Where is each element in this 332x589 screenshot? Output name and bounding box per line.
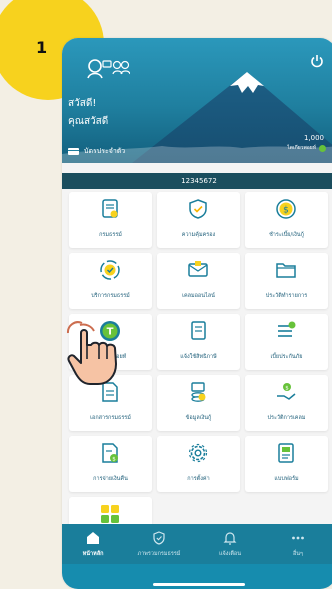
system-home-bar	[62, 564, 332, 589]
form-document-icon	[278, 443, 294, 463]
menu-label: บริการกรมธรรม์	[91, 293, 130, 299]
policy-number-bar[interactable]: 12345672	[62, 173, 332, 189]
app-header: สวัสดี! คุณสวัสดี บัตรประจำตัว 1,000 ไดเ…	[62, 38, 332, 163]
premium-checklist-icon	[278, 321, 296, 337]
nav-policy-overview-label: ภาพรวมกรมธรรม์	[137, 551, 181, 557]
menu-tile-loan-info[interactable]: ข้อมูลเงินกู้	[157, 375, 240, 431]
user-name: คุณสวัสดี	[68, 116, 109, 127]
points-label: ไดเกียวพอยท์	[287, 145, 316, 151]
refund-document-icon: $	[102, 443, 118, 463]
phone-screen: สวัสดี! คุณสวัสดี บัตรประจำตัว 1,000 ไดเ…	[62, 38, 332, 589]
user-group-icon	[87, 59, 130, 79]
shield-icon	[153, 531, 165, 545]
bottom-navigation: หน้าหลัก ภาพรวมกรมธรรม์ แจ้งเตือน อื่นๆ	[62, 524, 332, 564]
id-card-button[interactable]: บัตรประจำตัว	[68, 146, 125, 157]
menu-label: การตั้งค่า	[187, 476, 210, 482]
nav-more[interactable]: อื่นๆ	[273, 524, 323, 564]
id-card-label: บัตรประจำตัว	[84, 147, 126, 155]
step-number: 1	[36, 38, 48, 57]
menu-tile-tax-privilege[interactable]: แจ้งใช้สิทธิภาษี	[157, 314, 240, 370]
menu-tile-refund[interactable]: $ การจ่ายเงินคืน	[69, 436, 152, 492]
tax-privilege-icon	[191, 321, 206, 340]
menu-label: แบบฟอร์ม	[274, 476, 299, 482]
menu-label: ข้อมูลเงินกู้	[185, 415, 212, 421]
points-coin-icon	[319, 144, 326, 152]
claim-history-icon: $	[277, 383, 296, 400]
home-indicator[interactable]	[153, 583, 245, 586]
menu-label: ความคุ้มครอง	[181, 232, 216, 238]
menu-tile-forms[interactable]: แบบฟอร์ม	[245, 436, 328, 492]
menu-label: เคลมออนไลน์	[182, 293, 215, 299]
svg-text:$: $	[285, 385, 289, 391]
policy-service-icon	[100, 260, 120, 280]
menu-tile-premium[interactable]: เบี้ยประกันภัย	[245, 314, 328, 370]
menu-tile-payment[interactable]: $ ชำระเบี้ย/เงินกู้	[245, 192, 328, 248]
menu-label: เอกสารกรมธรรม์	[90, 415, 131, 421]
home-icon	[87, 532, 99, 544]
menu-tile-online-claim[interactable]: เคลมออนไลน์	[157, 253, 240, 309]
menu-label: กรมธรรม์	[99, 232, 122, 238]
settings-gear-icon	[188, 443, 208, 463]
nav-notifications[interactable]: แจ้งเตือน	[205, 524, 255, 564]
policy-document-icon	[102, 199, 118, 218]
nav-more-label: อื่นๆ	[292, 551, 304, 557]
nav-policy-overview[interactable]: ภาพรวมกรมธรรม์	[134, 524, 184, 564]
shield-check-icon	[189, 199, 207, 219]
menu-tile-settings[interactable]: การตั้งค่า	[157, 436, 240, 492]
folder-icon	[276, 263, 296, 278]
menu-label: เบี้ยประกันภัย	[270, 354, 303, 360]
power-icon[interactable]	[310, 54, 324, 68]
online-claim-icon	[188, 261, 208, 277]
menu-label: ประวัติทำรายการ	[265, 293, 308, 299]
nav-home-label: หน้าหลัก	[82, 551, 104, 557]
menu-label: การจ่ายเงินคืน	[93, 476, 128, 482]
bell-icon	[223, 532, 237, 545]
loan-coins-icon	[191, 382, 206, 402]
nav-home[interactable]: หน้าหลัก	[68, 524, 118, 564]
more-apps-icon	[101, 505, 119, 523]
menu-tile-transaction-history[interactable]: ประวัติทำรายการ	[245, 253, 328, 309]
points-value: 1,000	[303, 134, 324, 142]
menu-label: แจ้งใช้สิทธิภาษี	[180, 354, 217, 360]
points-info[interactable]: ไดเกียวพอยท์	[287, 144, 326, 152]
menu-tile-policy[interactable]: กรมธรรม์	[69, 192, 152, 248]
nav-notifications-label: แจ้งเตือน	[219, 551, 241, 557]
id-card-icon	[68, 148, 79, 155]
menu-tile-policy-service[interactable]: บริการกรมธรรม์	[69, 253, 152, 309]
svg-text:$: $	[112, 456, 116, 462]
tap-hand-pointer-icon	[66, 321, 117, 385]
menu-label: ชำระเบี้ย/เงินกู้	[269, 232, 304, 238]
greeting-text: สวัสดี!	[68, 98, 97, 109]
svg-text:$: $	[283, 206, 289, 216]
menu-label: ประวัติการเคลม	[267, 415, 306, 421]
menu-tile-claim-history[interactable]: $ ประวัติการเคลม	[245, 375, 328, 431]
dollar-circle-icon: $	[276, 199, 296, 219]
menu-tile-coverage[interactable]: ความคุ้มครอง	[157, 192, 240, 248]
more-dots-icon	[292, 536, 304, 540]
